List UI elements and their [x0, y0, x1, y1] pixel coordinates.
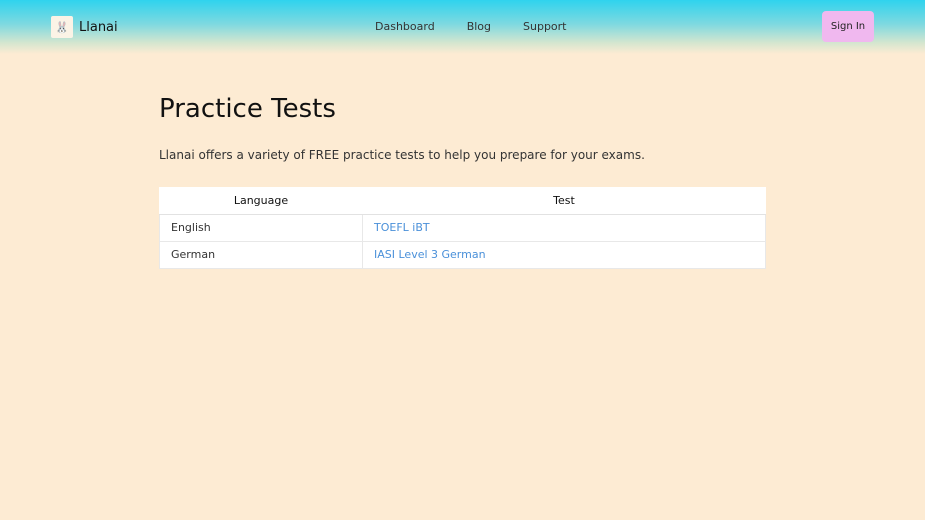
brand[interactable]: 🐰 Llanai: [51, 16, 118, 38]
test-link[interactable]: IASI Level 3 German: [374, 248, 486, 261]
brand-name[interactable]: Llanai: [79, 20, 118, 35]
column-header-language: Language: [159, 187, 363, 215]
table-row: English TOEFL iBT: [159, 214, 766, 242]
table-row: German IASI Level 3 German: [159, 241, 766, 269]
test-cell: TOEFL iBT: [362, 214, 766, 242]
rabbit-logo-icon: 🐰: [51, 16, 73, 38]
language-cell: German: [159, 241, 363, 269]
language-cell: English: [159, 214, 363, 242]
test-link[interactable]: TOEFL iBT: [374, 221, 430, 234]
nav-dashboard[interactable]: Dashboard: [375, 20, 435, 33]
practice-tests-table: Language Test English TOEFL iBT German I…: [159, 187, 766, 269]
table-header-row: Language Test: [159, 187, 766, 215]
nav-support[interactable]: Support: [523, 20, 566, 33]
header: 🐰 Llanai Dashboard Blog Support Sign In: [0, 0, 925, 54]
column-header-test: Test: [362, 187, 766, 215]
test-cell: IASI Level 3 German: [362, 241, 766, 269]
main-nav: Dashboard Blog Support: [375, 20, 599, 33]
sign-in-button[interactable]: Sign In: [822, 11, 874, 42]
nav-blog[interactable]: Blog: [467, 20, 491, 33]
page-title: Practice Tests: [159, 94, 336, 124]
intro-text: Llanai offers a variety of FREE practice…: [159, 148, 645, 162]
